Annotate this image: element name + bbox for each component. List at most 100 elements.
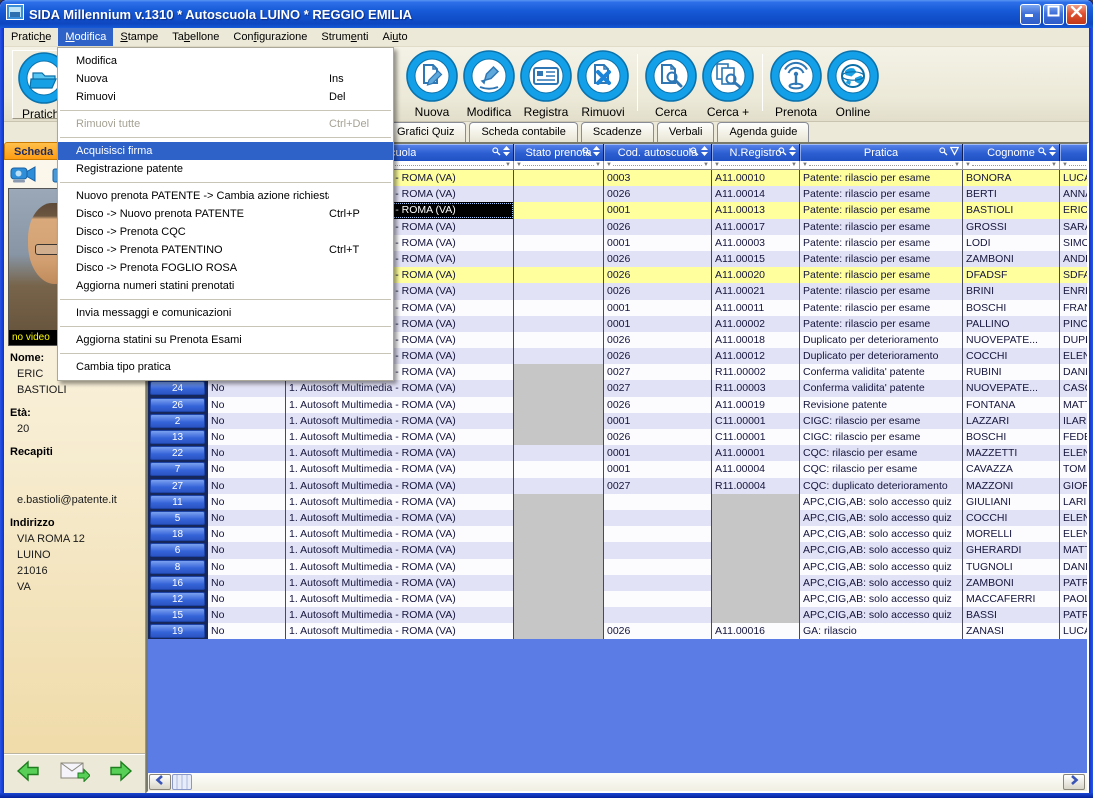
menubar-item-configurazione[interactable]: Configurazione: [226, 28, 314, 46]
cell-pratica[interactable]: APC,CIG,AB: solo accesso quiz: [800, 510, 963, 526]
row-number-button[interactable]: 15: [150, 608, 205, 622]
cell-prenota[interactable]: No: [208, 559, 286, 575]
cell-cognome[interactable]: LAZZARI: [963, 413, 1060, 429]
cell-cognome[interactable]: BOSCHI: [963, 300, 1060, 316]
cell-stato-prenota[interactable]: [514, 461, 604, 477]
cell-n-registro[interactable]: A11.00012: [712, 348, 800, 364]
sort-icon[interactable]: [950, 146, 959, 159]
cell-scuola[interactable]: 1. Autosoft Multimedia - ROMA (VA): [286, 397, 514, 413]
cell-cognome[interactable]: GHERARDI: [963, 542, 1060, 558]
cell-cognome[interactable]: BERTI: [963, 186, 1060, 202]
cell-scuola[interactable]: 1. Autosoft Multimedia - ROMA (VA): [286, 559, 514, 575]
cell-cod-autoscuola[interactable]: 0026: [604, 332, 712, 348]
row-number-button[interactable]: 7: [150, 462, 205, 476]
menubar-item-tabellone[interactable]: Tabellone: [165, 28, 226, 46]
cell-prenota[interactable]: No: [208, 494, 286, 510]
cell-cod-autoscuola[interactable]: 0001: [604, 461, 712, 477]
cell-pratica[interactable]: APC,CIG,AB: solo accesso quiz: [800, 494, 963, 510]
cell-stato-prenota[interactable]: [514, 348, 604, 364]
tab-scheda-contabile[interactable]: Scheda contabile: [469, 122, 577, 142]
cell-scuola[interactable]: 1. Autosoft Multimedia - ROMA (VA): [286, 461, 514, 477]
cell-pratica[interactable]: Patente: rilascio per esame: [800, 202, 963, 218]
cell-prenota[interactable]: No: [208, 607, 286, 623]
cell-cognome[interactable]: RUBINI: [963, 364, 1060, 380]
cell-cognome[interactable]: GIULIANI: [963, 494, 1060, 510]
send-mail-button[interactable]: [60, 760, 90, 787]
filter-cell[interactable]: ▼▼: [963, 161, 1060, 170]
search-icon[interactable]: [690, 147, 699, 159]
cell-nome[interactable]: ELENA: [1060, 526, 1089, 542]
cell-n-registro[interactable]: [712, 526, 800, 542]
menubar-item-strumenti[interactable]: Strumenti: [314, 28, 375, 46]
toolbar-button-modifica[interactable]: Modifica: [461, 50, 517, 119]
cell-stato-prenota[interactable]: [514, 494, 604, 510]
cell-stato-prenota[interactable]: [514, 186, 604, 202]
cell-nome[interactable]: ANDRE: [1060, 251, 1089, 267]
tab-grafici-quiz[interactable]: Grafici Quiz: [385, 122, 466, 142]
cell-n-registro[interactable]: A11.00015: [712, 251, 800, 267]
cell-n-registro[interactable]: C11.00001: [712, 413, 800, 429]
cell-n-registro[interactable]: A11.00021: [712, 283, 800, 299]
cell-n-registro[interactable]: [712, 607, 800, 623]
cell-cod-autoscuola[interactable]: 0027: [604, 364, 712, 380]
cell-cognome[interactable]: BRINI: [963, 283, 1060, 299]
cell-cognome[interactable]: COCCHI: [963, 510, 1060, 526]
toolbar-button-prenota[interactable]: Prenota: [768, 50, 824, 119]
cell-pratica[interactable]: Patente: rilascio per esame: [800, 300, 963, 316]
cell-nome[interactable]: TOMMA: [1060, 461, 1089, 477]
row-number-cell[interactable]: 26: [148, 397, 208, 413]
cell-stato-prenota[interactable]: [514, 623, 604, 639]
cell-nome[interactable]: LUCA: [1060, 623, 1089, 639]
cell-nome[interactable]: MATTIA: [1060, 542, 1089, 558]
cell-n-registro[interactable]: [712, 494, 800, 510]
cell-cod-autoscuola[interactable]: 0026: [604, 348, 712, 364]
toolbar-button-online[interactable]: Online: [825, 50, 881, 119]
cell-nome[interactable]: SARA: [1060, 219, 1089, 235]
cell-nome[interactable]: DUPLIC: [1060, 332, 1089, 348]
cell-scuola[interactable]: 1. Autosoft Multimedia - ROMA (VA): [286, 607, 514, 623]
cell-pratica[interactable]: APC,CIG,AB: solo accesso quiz: [800, 591, 963, 607]
cell-scuola[interactable]: 1. Autosoft Multimedia - ROMA (VA): [286, 542, 514, 558]
cell-cognome[interactable]: CAVAZZA: [963, 461, 1060, 477]
search-icon[interactable]: [939, 147, 948, 159]
cell-prenota[interactable]: No: [208, 510, 286, 526]
cell-pratica[interactable]: Conferma validita' patente: [800, 380, 963, 396]
cell-stato-prenota[interactable]: [514, 202, 604, 218]
cell-pratica[interactable]: Patente: rilascio per esame: [800, 316, 963, 332]
row-number-cell[interactable]: 12: [148, 591, 208, 607]
cell-pratica[interactable]: APC,CIG,AB: solo accesso quiz: [800, 542, 963, 558]
cell-stato-prenota[interactable]: [514, 300, 604, 316]
cell-cod-autoscuola[interactable]: [604, 591, 712, 607]
row-number-cell[interactable]: 16: [148, 575, 208, 591]
cell-cognome[interactable]: DFADSF: [963, 267, 1060, 283]
cell-scuola[interactable]: 1. Autosoft Multimedia - ROMA (VA): [286, 623, 514, 639]
cell-nome[interactable]: PINCO: [1060, 316, 1089, 332]
cell-nome[interactable]: SIMON: [1060, 235, 1089, 251]
scroll-left-button[interactable]: [149, 774, 171, 790]
row-number-button[interactable]: 16: [150, 576, 205, 590]
cell-n-registro[interactable]: C11.00001: [712, 429, 800, 445]
menu-item-modifica[interactable]: Modifica: [58, 52, 393, 70]
row-number-button[interactable]: 27: [150, 479, 205, 493]
cell-pratica[interactable]: CIGC: rilascio per esame: [800, 429, 963, 445]
cell-nome[interactable]: GIORGI: [1060, 478, 1089, 494]
cell-cognome[interactable]: FONTANA: [963, 397, 1060, 413]
cell-pratica[interactable]: APC,CIG,AB: solo accesso quiz: [800, 575, 963, 591]
cell-n-registro[interactable]: A11.00003: [712, 235, 800, 251]
cell-cod-autoscuola[interactable]: 0026: [604, 283, 712, 299]
row-number-cell[interactable]: 7: [148, 461, 208, 477]
cell-n-registro[interactable]: A11.00001: [712, 445, 800, 461]
cell-pratica[interactable]: Patente: rilascio per esame: [800, 186, 963, 202]
cell-n-registro[interactable]: A11.00011: [712, 300, 800, 316]
cell-stato-prenota[interactable]: [514, 235, 604, 251]
cell-stato-prenota[interactable]: [514, 445, 604, 461]
row-number-button[interactable]: 19: [150, 624, 205, 638]
cell-nome[interactable]: LUCA: [1060, 170, 1089, 186]
cell-pratica[interactable]: APC,CIG,AB: solo accesso quiz: [800, 526, 963, 542]
column-header-cod-autoscuola[interactable]: Cod. autoscuola: [604, 144, 712, 161]
cell-cognome[interactable]: ZANASI: [963, 623, 1060, 639]
cell-n-registro[interactable]: A11.00020: [712, 267, 800, 283]
cell-stato-prenota[interactable]: [514, 332, 604, 348]
cell-cognome[interactable]: MORELLI: [963, 526, 1060, 542]
column-header-n-registro[interactable]: N.Registro: [712, 144, 800, 161]
